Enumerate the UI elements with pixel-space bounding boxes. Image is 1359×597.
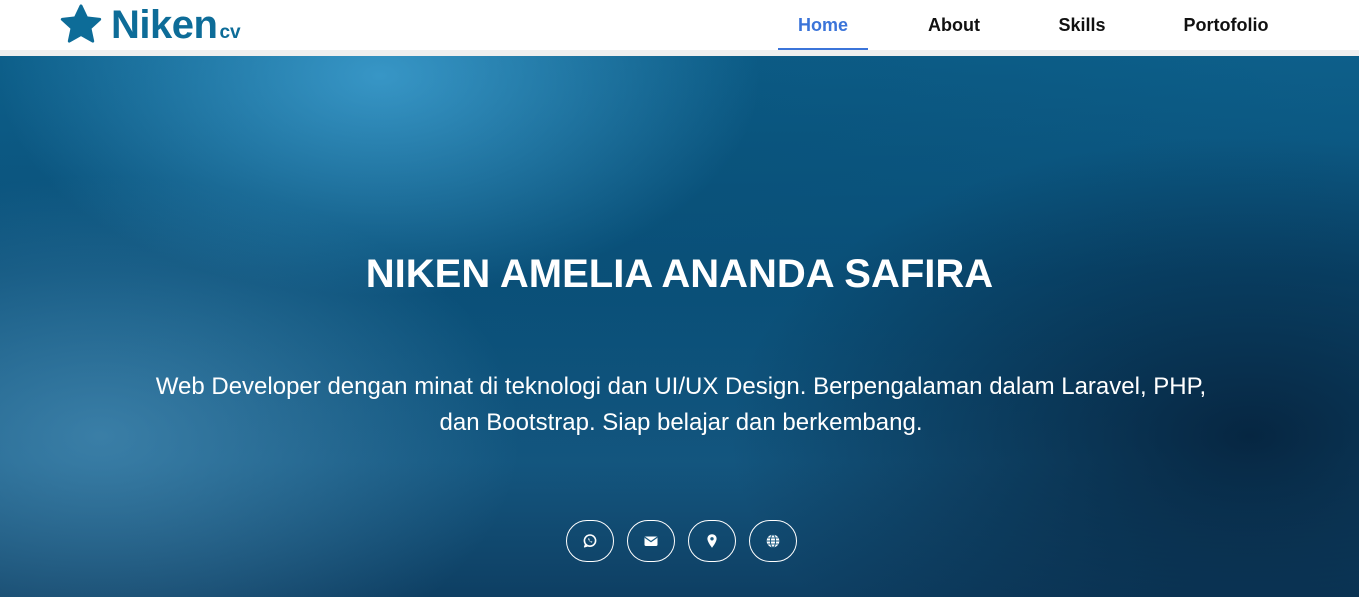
globe-icon xyxy=(766,534,780,548)
location-button[interactable] xyxy=(688,520,736,562)
brand-name: Niken xyxy=(111,3,218,47)
location-pin-icon xyxy=(707,534,717,548)
nav-about[interactable]: About xyxy=(912,0,996,50)
navbar: Niken cv Home About Skills Portofolio xyxy=(0,0,1359,50)
nav-skills[interactable]: Skills xyxy=(1046,0,1118,50)
website-button[interactable] xyxy=(749,520,797,562)
envelope-icon xyxy=(644,536,658,546)
whatsapp-button[interactable] xyxy=(566,520,614,562)
hero-title: NIKEN AMELIA ANANDA SAFIRA xyxy=(365,252,994,296)
star-icon xyxy=(60,4,102,43)
hero-description: Web Developer dengan minat di teknologi … xyxy=(155,373,1207,436)
brand-logo[interactable]: Niken cv xyxy=(59,3,241,47)
nav-home[interactable]: Home xyxy=(778,0,868,50)
email-button[interactable] xyxy=(627,520,675,562)
hero-section: NIKEN AMELIA ANANDA SAFIRA Web Developer… xyxy=(0,56,1359,597)
brand-suffix: cv xyxy=(219,22,241,43)
social-links xyxy=(0,520,1359,562)
whatsapp-icon xyxy=(583,534,597,548)
nav-portofolio[interactable]: Portofolio xyxy=(1170,0,1282,50)
